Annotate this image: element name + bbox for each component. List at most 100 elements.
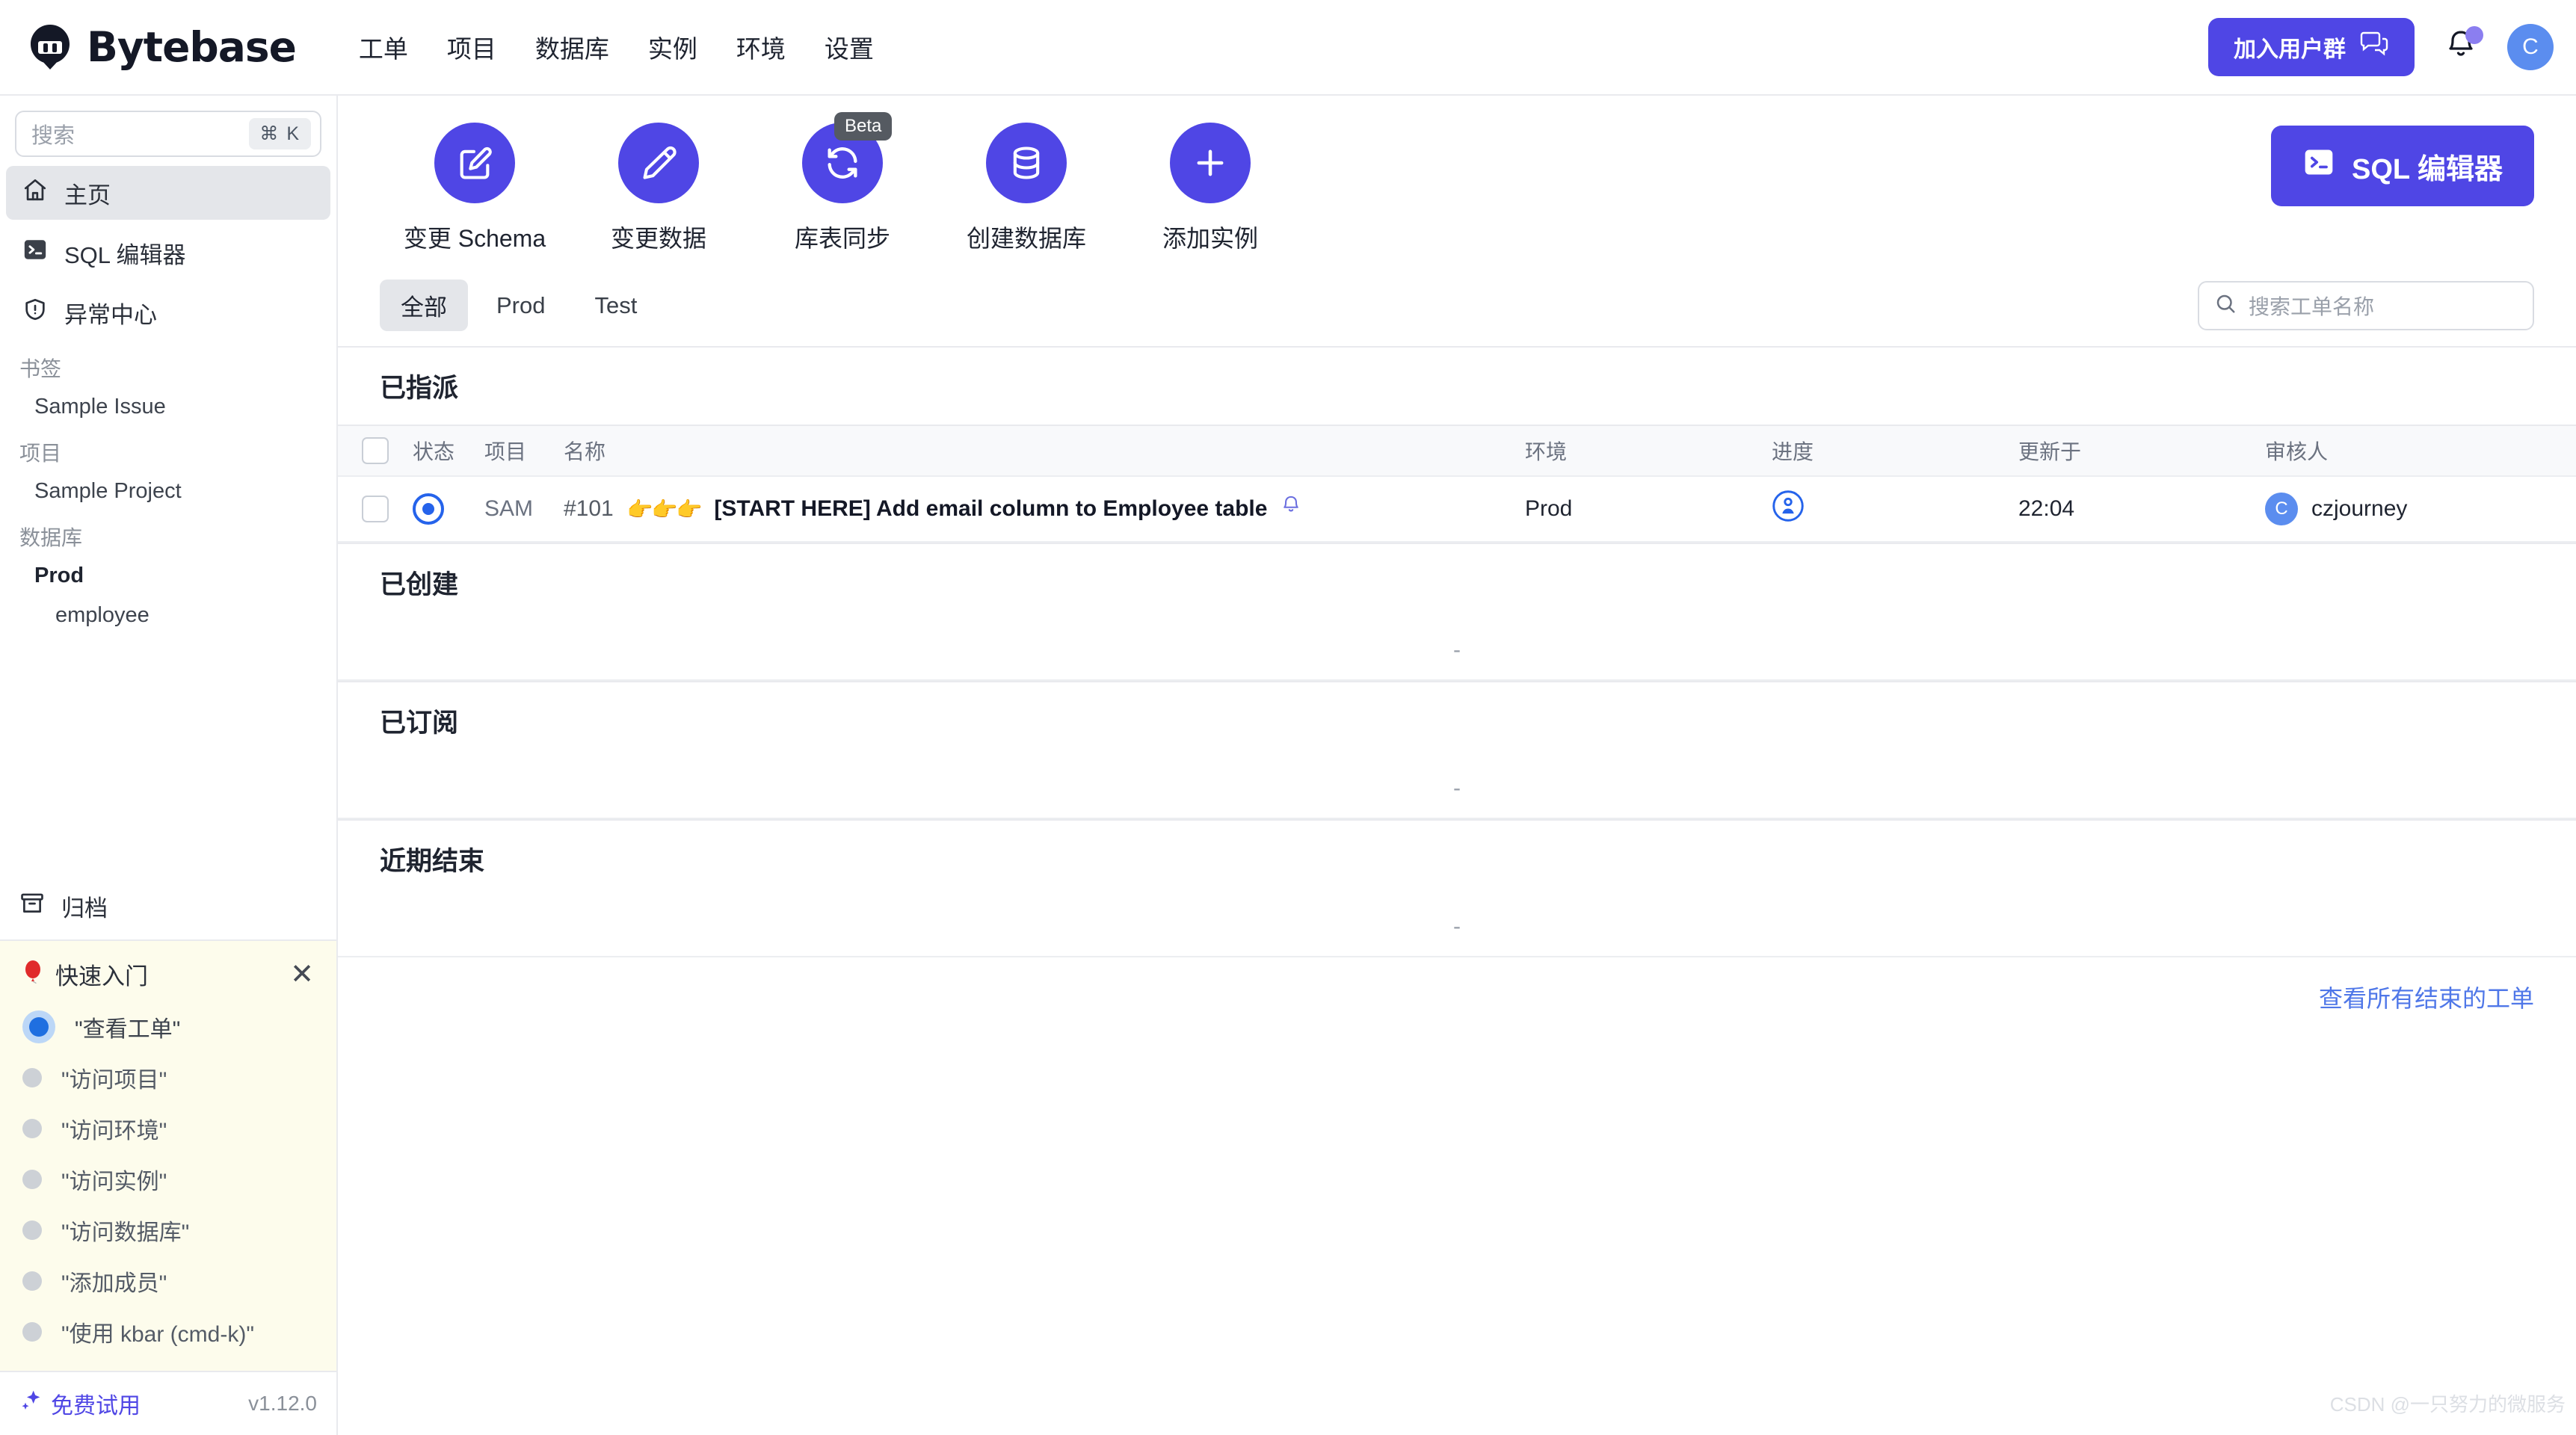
- chat-bubble-icon: [2359, 31, 2389, 63]
- quickstart-item-use-kbar[interactable]: "使用 kbar (cmd-k)": [0, 1306, 336, 1357]
- notifications-button[interactable]: [2440, 25, 2483, 70]
- nav-environments[interactable]: 环境: [717, 22, 805, 72]
- quickstart-item-label: "使用 kbar (cmd-k)": [61, 1322, 254, 1347]
- issue-approver-cell: C czjourney: [2265, 493, 2534, 525]
- quickstart-item-visit-project[interactable]: "访问项目": [0, 1052, 336, 1103]
- view-all-closed-issues-link[interactable]: 查看所有结束的工单: [2319, 980, 2534, 1014]
- quickstart-item-label: "访问实例": [61, 1170, 167, 1194]
- column-updated: 更新于: [2018, 440, 2082, 463]
- issue-title[interactable]: [START HERE] Add email column to Employe…: [714, 496, 1267, 522]
- select-all-checkbox[interactable]: [362, 437, 389, 464]
- status-open-icon: [413, 493, 444, 525]
- section-title: 近期结束: [380, 847, 485, 876]
- sql-editor-button[interactable]: SQL 编辑器: [2271, 126, 2534, 206]
- sidebar-item-home-label: 主页: [64, 182, 111, 209]
- issue-status-cell: [413, 493, 484, 525]
- sidebar-search-input[interactable]: 搜索 ⌘ K: [15, 111, 321, 157]
- brand-name: Bytebase: [87, 23, 297, 71]
- close-icon[interactable]: ✕: [290, 960, 314, 989]
- quick-action-sync-schema[interactable]: Beta 库表同步: [751, 112, 934, 254]
- sidebar-project-sample-project[interactable]: Sample Project: [0, 472, 336, 511]
- quickstart-item-visit-database[interactable]: "访问数据库": [0, 1205, 336, 1256]
- issue-environment-cell: Prod: [1525, 496, 1573, 521]
- quickstart-item-view-issue[interactable]: "查看工单": [0, 1002, 336, 1052]
- column-project: 项目: [484, 440, 527, 463]
- search-icon: [2214, 292, 2237, 318]
- sidebar-database-employee[interactable]: employee: [0, 596, 336, 635]
- quick-action-change-schema[interactable]: 变更 Schema: [383, 123, 567, 254]
- plus-icon: [1170, 123, 1251, 203]
- join-community-button[interactable]: 加入用户群: [2208, 18, 2415, 76]
- section-created: 已创建 -: [338, 543, 2576, 681]
- quickstart-title: 快速入门: [55, 963, 148, 990]
- nav-settings[interactable]: 设置: [805, 22, 893, 72]
- quick-action-change-data[interactable]: 变更数据: [567, 123, 751, 254]
- row-checkbox-cell: [338, 496, 413, 522]
- sidebar-item-anomaly-center[interactable]: 异常中心: [6, 286, 330, 339]
- column-approver: 审核人: [2265, 440, 2329, 463]
- issue-search-input[interactable]: 搜索工单名称: [2198, 280, 2534, 330]
- quick-action-create-database[interactable]: 创建数据库: [934, 123, 1118, 254]
- user-avatar[interactable]: C: [2507, 24, 2554, 70]
- quick-action-label: 变更数据: [610, 225, 706, 252]
- quickstart-item-label: "访问环境": [61, 1119, 167, 1144]
- free-trial-button[interactable]: 免费试用: [19, 1387, 141, 1420]
- filter-chip-all[interactable]: 全部: [380, 280, 468, 331]
- sidebar-item-anomaly-label: 异常中心: [64, 301, 157, 328]
- nav-issues[interactable]: 工单: [339, 22, 428, 72]
- bytebase-logo-icon: [25, 22, 75, 72]
- section-title: 已指派: [380, 374, 459, 403]
- quick-action-label: 创建数据库: [966, 225, 1086, 252]
- sidebar-database-env-prod[interactable]: Prod: [0, 556, 336, 596]
- radio-empty-icon: [22, 1220, 42, 1240]
- section-subscribed: 已订阅 -: [338, 681, 2576, 819]
- app-version: v1.12.0: [248, 1392, 317, 1415]
- pencil-icon: [618, 123, 699, 203]
- quickstart-item-visit-instance[interactable]: "访问实例": [0, 1154, 336, 1205]
- section-title: 已订阅: [380, 709, 459, 738]
- empty-placeholder: -: [338, 759, 2576, 819]
- quickstart-item-visit-environment[interactable]: "访问环境": [0, 1103, 336, 1154]
- issue-id: #101: [564, 496, 614, 521]
- radio-empty-icon: [22, 1068, 42, 1087]
- quickstart-item-add-member[interactable]: "添加成员": [0, 1256, 336, 1306]
- quick-action-add-instance[interactable]: 添加实例: [1118, 123, 1302, 254]
- quickstart-item-label: "添加成员": [61, 1271, 167, 1296]
- quickstart-item-label: "访问数据库": [61, 1220, 190, 1245]
- issue-name-cell: #101 👉👉👉 [START HERE] Add email column t…: [564, 495, 1525, 523]
- section-assigned: 已指派 状态 项目 名称 环境 进度 更新于 审核人 SAM #101 👉👉👉 …: [338, 346, 2576, 543]
- quickstart-item-label: "查看工单": [75, 1017, 181, 1042]
- sidebar-item-home[interactable]: 主页: [6, 166, 330, 220]
- filter-chip-test[interactable]: Test: [573, 283, 658, 328]
- table-row[interactable]: SAM #101 👉👉👉 [START HERE] Add email colu…: [338, 477, 2576, 543]
- sidebar-item-archive[interactable]: 归档: [0, 877, 336, 939]
- avatar: C: [2265, 493, 2298, 525]
- nav-instances[interactable]: 实例: [629, 22, 717, 72]
- quick-actions-bar: 变更 Schema 变更数据 Beta 库表同步 创建数据库 添加实例 SQL …: [338, 96, 2576, 262]
- radio-empty-icon: [22, 1322, 42, 1342]
- sidebar-search-placeholder: 搜索: [31, 124, 76, 148]
- issue-updated-cell: 22:04: [2018, 496, 2075, 521]
- terminal-icon: [2302, 146, 2335, 186]
- issue-progress-cell: [1772, 490, 2018, 528]
- sidebar-bookmark-sample-issue[interactable]: Sample Issue: [0, 387, 336, 427]
- sidebar: 搜索 ⌘ K 主页 SQL 编辑器 异常中心 书签 Sample Issue 项…: [0, 96, 338, 1435]
- radio-selected-icon: [29, 1017, 49, 1037]
- column-status: 状态: [413, 440, 455, 463]
- sidebar-item-sql-editor[interactable]: SQL 编辑器: [6, 226, 330, 280]
- row-checkbox[interactable]: [362, 496, 389, 522]
- nav-projects[interactable]: 项目: [428, 22, 516, 72]
- sidebar-item-archive-label: 归档: [61, 895, 108, 922]
- beta-badge: Beta: [834, 112, 893, 141]
- empty-placeholder: -: [338, 621, 2576, 681]
- main-nav: 工单 项目 数据库 实例 环境 设置: [339, 22, 893, 72]
- filter-chip-prod[interactable]: Prod: [475, 283, 566, 328]
- radio-empty-icon: [22, 1271, 42, 1291]
- quickstart-header: 快速入门 ✕: [0, 953, 336, 1002]
- nav-databases[interactable]: 数据库: [516, 22, 629, 72]
- join-community-label: 加入用户群: [2234, 37, 2346, 62]
- sidebar-item-sql-editor-label: SQL 编辑器: [64, 241, 186, 268]
- brand-logo[interactable]: Bytebase: [25, 22, 297, 72]
- free-trial-label: 免费试用: [51, 1394, 141, 1419]
